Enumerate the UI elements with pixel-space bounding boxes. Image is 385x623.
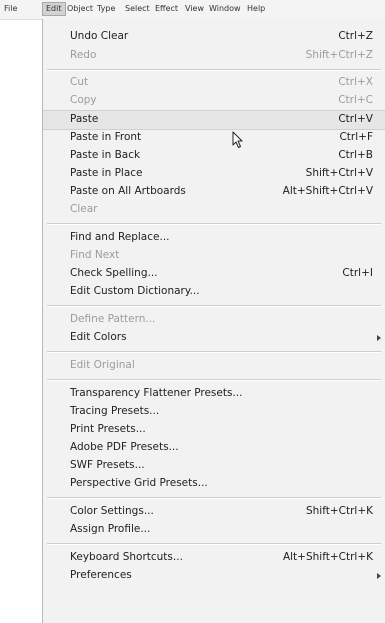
menu-item-edit-colors[interactable]: Edit Colors xyxy=(43,329,385,347)
mouse-pointer-icon xyxy=(232,131,243,148)
menu-item-shortcut: Ctrl+X xyxy=(338,76,373,88)
menu-item-label: Transparency Flattener Presets... xyxy=(70,387,243,399)
menu-type[interactable]: Type xyxy=(97,4,115,14)
menu-item-label: Paste xyxy=(70,113,99,125)
menu-item-label: Paste in Front xyxy=(70,131,142,143)
menu-item-perspective-grid-presets[interactable]: Perspective Grid Presets... xyxy=(43,475,385,493)
menu-item-label: Edit Colors xyxy=(70,331,127,343)
menu-item-label: Preferences xyxy=(70,569,132,581)
menu-item-label: Paste on All Artboards xyxy=(70,185,186,197)
menu-item-label: Find Next xyxy=(70,249,120,261)
menu-item-paste-in-place[interactable]: Paste in Place Shift+Ctrl+V xyxy=(43,165,385,183)
menu-select[interactable]: Select xyxy=(125,4,150,14)
menu-item-shortcut: Ctrl+I xyxy=(342,267,373,279)
menu-effect[interactable]: Effect xyxy=(155,4,178,14)
menu-item-shortcut: Shift+Ctrl+K xyxy=(305,505,373,517)
menu-item-define-pattern[interactable]: Define Pattern... xyxy=(43,311,385,329)
menu-item-shortcut: Alt+Shift+Ctrl+V xyxy=(282,185,373,197)
menu-item-label: Undo Clear xyxy=(70,30,129,42)
menu-object[interactable]: Object xyxy=(67,4,93,14)
submenu-arrow-icon xyxy=(377,573,381,579)
menu-item-keyboard-shortcuts[interactable]: Keyboard Shortcuts... Alt+Shift+Ctrl+K xyxy=(43,549,385,567)
menu-item-label: Paste in Place xyxy=(70,167,143,179)
menu-item-paste[interactable]: Paste Ctrl+V xyxy=(43,110,385,130)
menu-item-undo[interactable]: Undo Clear Ctrl+Z xyxy=(43,28,385,46)
menu-item-assign-profile[interactable]: Assign Profile... xyxy=(43,521,385,539)
menu-window[interactable]: Window xyxy=(209,4,241,14)
menu-item-label: Adobe PDF Presets... xyxy=(70,441,179,453)
menu-item-label: Copy xyxy=(70,94,97,106)
menu-item-label: Edit Original xyxy=(70,359,135,371)
menu-item-label: Find and Replace... xyxy=(70,231,170,243)
menu-item-tracing-presets[interactable]: Tracing Presets... xyxy=(43,403,385,421)
menu-item-label: Assign Profile... xyxy=(70,523,151,535)
menu-item-shortcut: Ctrl+V xyxy=(338,113,373,125)
menu-item-find-next[interactable]: Find Next xyxy=(43,247,385,265)
menu-item-clear[interactable]: Clear xyxy=(43,201,385,219)
menu-item-label: Keyboard Shortcuts... xyxy=(70,551,183,563)
menu-item-label: Cut xyxy=(70,76,89,88)
menu-separator xyxy=(47,305,381,307)
menu-item-shortcut: Shift+Ctrl+Z xyxy=(305,49,373,61)
menu-item-cut[interactable]: Cut Ctrl+X xyxy=(43,74,385,92)
menu-item-shortcut: Ctrl+C xyxy=(338,94,373,106)
menu-item-label: Edit Custom Dictionary... xyxy=(70,285,200,297)
menu-item-label: Perspective Grid Presets... xyxy=(70,477,208,489)
menu-item-label: Define Pattern... xyxy=(70,313,156,325)
menu-item-label: Redo xyxy=(70,49,97,61)
menu-item-label: Check Spelling... xyxy=(70,267,158,279)
menu-item-paste-in-back[interactable]: Paste in Back Ctrl+B xyxy=(43,147,385,165)
menu-item-label: Tracing Presets... xyxy=(70,405,160,417)
menu-separator xyxy=(47,379,381,381)
menu-edit[interactable]: Edit xyxy=(42,2,66,16)
menu-item-color-settings[interactable]: Color Settings... Shift+Ctrl+K xyxy=(43,503,385,521)
menu-separator xyxy=(47,497,381,499)
menu-item-paste-in-front[interactable]: Paste in Front Ctrl+F xyxy=(43,129,385,147)
menu-item-paste-on-all-artboards[interactable]: Paste on All Artboards Alt+Shift+Ctrl+V xyxy=(43,183,385,201)
menu-separator xyxy=(47,69,381,71)
menu-item-shortcut: Ctrl+Z xyxy=(338,30,373,42)
menu-separator xyxy=(47,351,381,353)
menu-item-copy[interactable]: Copy Ctrl+C xyxy=(43,92,385,110)
menu-item-label: Clear xyxy=(70,203,98,215)
menu-item-edit-custom-dictionary[interactable]: Edit Custom Dictionary... xyxy=(43,283,385,301)
menu-separator xyxy=(47,223,381,225)
menu-item-edit-original[interactable]: Edit Original xyxy=(43,357,385,375)
menu-item-swf-presets[interactable]: SWF Presets... xyxy=(43,457,385,475)
menu-item-preferences[interactable]: Preferences xyxy=(43,567,385,585)
menu-item-label: SWF Presets... xyxy=(70,459,145,471)
menu-item-shortcut: Ctrl+B xyxy=(338,149,373,161)
edit-menu-dropdown: Undo Clear Ctrl+Z Redo Shift+Ctrl+Z Cut … xyxy=(42,19,385,623)
menu-item-find-and-replace[interactable]: Find and Replace... xyxy=(43,229,385,247)
menu-item-adobe-pdf-presets[interactable]: Adobe PDF Presets... xyxy=(43,439,385,457)
menu-item-shortcut: Ctrl+F xyxy=(339,131,373,143)
menu-bar: File Edit Object Type Select Effect View… xyxy=(0,0,385,20)
menu-separator xyxy=(47,543,381,545)
submenu-arrow-icon xyxy=(377,335,381,341)
menu-item-label: Print Presets... xyxy=(70,423,146,435)
menu-view[interactable]: View xyxy=(185,4,204,14)
menu-item-redo[interactable]: Redo Shift+Ctrl+Z xyxy=(43,47,385,65)
menu-item-shortcut: Shift+Ctrl+V xyxy=(305,167,373,179)
menu-help[interactable]: Help xyxy=(247,4,265,14)
menu-item-print-presets[interactable]: Print Presets... xyxy=(43,421,385,439)
menu-item-label: Paste in Back xyxy=(70,149,141,161)
menu-item-shortcut: Alt+Shift+Ctrl+K xyxy=(282,551,373,563)
menu-item-check-spelling[interactable]: Check Spelling... Ctrl+I xyxy=(43,265,385,283)
menu-item-label: Color Settings... xyxy=(70,505,154,517)
menu-item-transparency-flattener-presets[interactable]: Transparency Flattener Presets... xyxy=(43,385,385,403)
menu-file[interactable]: File xyxy=(4,4,17,14)
